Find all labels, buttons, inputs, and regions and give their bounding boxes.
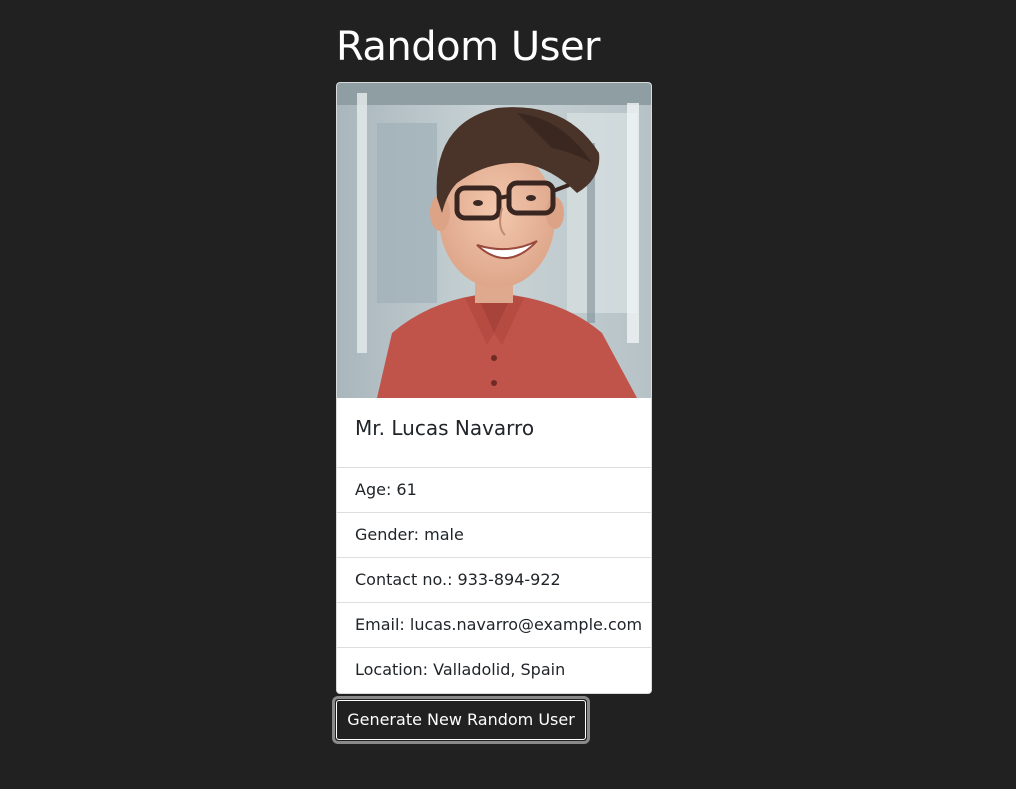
user-email: Email: lucas.navarro@example.com xyxy=(337,603,651,648)
user-name: Mr. Lucas Navarro xyxy=(355,416,535,440)
user-photo xyxy=(337,83,651,398)
user-details-list: Age: 61 Gender: male Contact no.: 933-89… xyxy=(337,468,651,693)
generate-new-user-button[interactable]: Generate New Random User xyxy=(336,700,586,740)
user-gender: Gender: male xyxy=(337,513,651,558)
user-card: Mr. Lucas Navarro Age: 61 Gender: male C… xyxy=(336,82,652,694)
page-title: Random User xyxy=(336,24,601,70)
page: Random User Mr. Lucas Navarro Age: 61 Ge… xyxy=(0,0,1016,789)
user-location: Location: Valladolid, Spain xyxy=(355,660,566,679)
user-age: Age: 61 xyxy=(337,468,651,513)
generate-button-focus-ring: Generate New Random User xyxy=(332,696,590,744)
user-contact: Contact no.: 933-894-922 xyxy=(337,558,651,603)
card-body: Mr. Lucas Navarro xyxy=(337,398,651,468)
